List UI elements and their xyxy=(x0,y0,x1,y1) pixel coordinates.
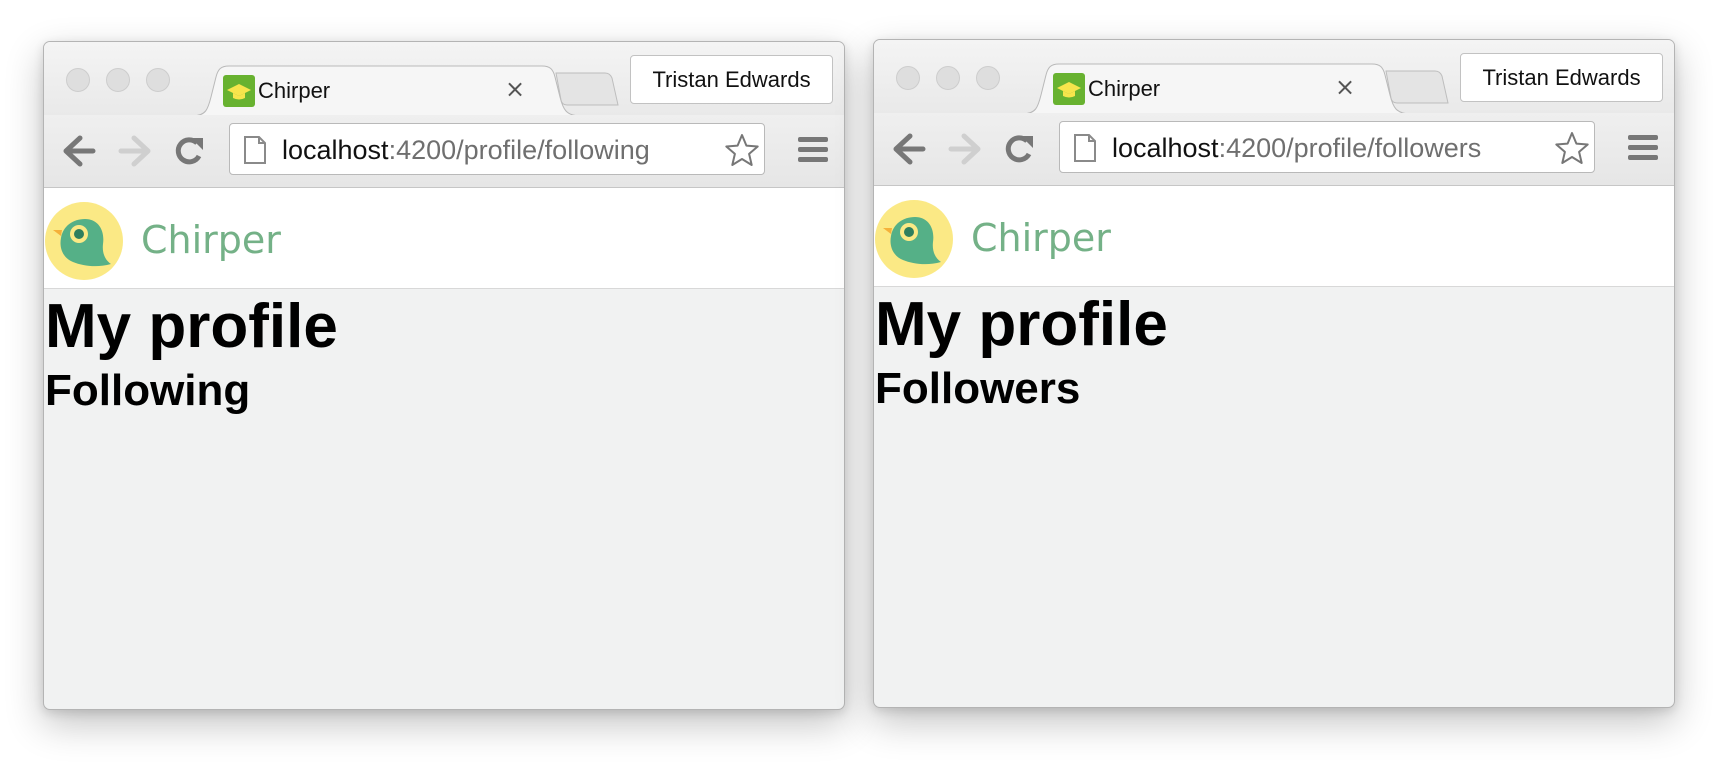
profile-button[interactable]: Tristan Edwards xyxy=(630,55,833,104)
title-bar: Chirper × Tristan Edwards xyxy=(44,42,844,117)
new-tab-button[interactable] xyxy=(555,72,619,106)
app-brand[interactable]: Chirper xyxy=(971,216,1111,260)
chirper-bird-logo[interactable] xyxy=(45,202,123,280)
tab-close-icon[interactable]: × xyxy=(505,74,525,104)
title-bar: Chirper × Tristan Edwards xyxy=(874,40,1674,115)
url-path: :4200/profile/followers xyxy=(1218,133,1482,163)
arrow-right-icon[interactable] xyxy=(116,134,154,168)
close-window-button[interactable] xyxy=(896,66,920,90)
zoom-window-button[interactable] xyxy=(976,66,1000,90)
hamburger-menu-icon[interactable] xyxy=(797,135,829,165)
url-text[interactable]: localhost:4200/profile/following xyxy=(282,135,650,165)
app-header: Chirper xyxy=(44,188,844,289)
star-icon[interactable] xyxy=(1554,130,1590,166)
page-title: My profile xyxy=(875,290,1168,359)
star-icon[interactable] xyxy=(724,132,760,168)
graduation-cap-icon xyxy=(1053,73,1085,105)
url-path: :4200/profile/following xyxy=(388,135,650,165)
new-tab-button[interactable] xyxy=(1385,70,1449,104)
minimize-window-button[interactable] xyxy=(106,68,130,92)
page-subtitle: Following xyxy=(45,366,251,415)
url-host: localhost xyxy=(282,135,389,165)
arrow-left-icon[interactable] xyxy=(60,134,98,168)
address-bar[interactable]: localhost:4200/profile/followers xyxy=(1059,121,1595,173)
tab-title: Chirper xyxy=(258,78,331,103)
url-host: localhost xyxy=(1112,133,1219,163)
reload-icon[interactable] xyxy=(172,134,208,168)
browser-window-followers: Chirper × Tristan Edwards localhost:4200… xyxy=(873,39,1675,708)
page-title: My profile xyxy=(45,292,338,361)
hamburger-menu-icon[interactable] xyxy=(1627,133,1659,163)
zoom-window-button[interactable] xyxy=(146,68,170,92)
app-header: Chirper xyxy=(874,186,1674,287)
page-icon xyxy=(244,136,266,164)
tab-title: Chirper xyxy=(1088,76,1161,101)
app-brand[interactable]: Chirper xyxy=(141,218,281,262)
arrow-right-icon[interactable] xyxy=(946,132,984,166)
browser-toolbar: localhost:4200/profile/following xyxy=(44,115,844,188)
minimize-window-button[interactable] xyxy=(936,66,960,90)
close-window-button[interactable] xyxy=(66,68,90,92)
page-icon xyxy=(1074,134,1096,162)
tab-close-icon[interactable]: × xyxy=(1335,72,1355,102)
graduation-cap-icon xyxy=(223,75,255,107)
page-subtitle: Followers xyxy=(875,364,1081,413)
profile-button[interactable]: Tristan Edwards xyxy=(1460,53,1663,102)
address-bar[interactable]: localhost:4200/profile/following xyxy=(229,123,765,175)
browser-window-following: Chirper × Tristan Edwards localhost:4200… xyxy=(43,41,845,710)
reload-icon[interactable] xyxy=(1002,132,1038,166)
url-text[interactable]: localhost:4200/profile/followers xyxy=(1112,133,1481,163)
browser-toolbar: localhost:4200/profile/followers xyxy=(874,113,1674,186)
chirper-bird-logo[interactable] xyxy=(875,200,953,278)
arrow-left-icon[interactable] xyxy=(890,132,928,166)
